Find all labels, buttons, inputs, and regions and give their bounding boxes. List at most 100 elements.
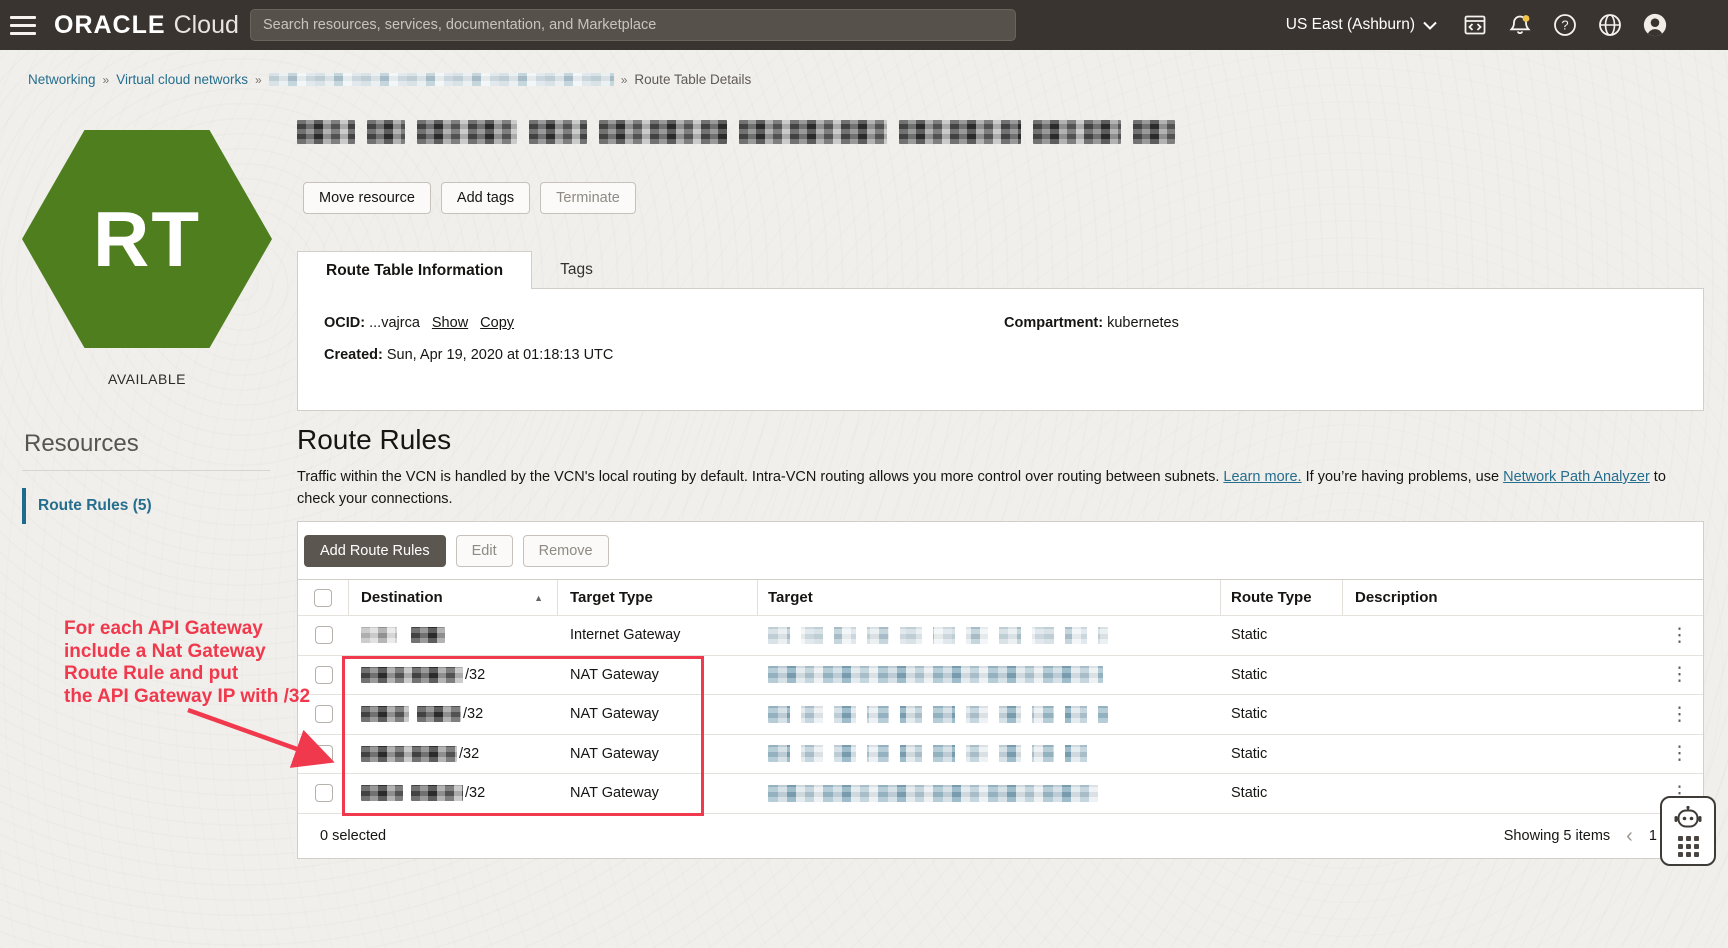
ocid-label: OCID: [324,315,365,331]
page-previous-icon[interactable]: ‹ [1626,826,1633,846]
chevron-down-icon [1423,21,1437,30]
select-all-checkbox[interactable] [314,589,332,607]
destination-suffix: /32 [465,667,485,683]
header-route-type[interactable]: Route Type [1221,580,1343,615]
ocid-show-link[interactable]: Show [432,315,468,331]
table-row[interactable]: /32 NAT Gateway Static ⋮ [298,734,1703,774]
route-rules-table: Add Route Rules Edit Remove Destination … [297,521,1704,859]
breadcrumb: Networking » Virtual cloud networks » » … [28,72,751,87]
destination-suffix: /32 [465,785,485,801]
brand-oracle: ORACLE [54,11,166,40]
resource-type-badge: RT [93,194,201,285]
table-row[interactable]: /32 NAT Gateway Static ⋮ [298,655,1703,695]
cell-description: ⋮ [1343,774,1703,813]
edit-button[interactable]: Edit [456,535,513,567]
learn-more-link[interactable]: Learn more. [1223,469,1301,485]
cell-description: ⋮ [1343,735,1703,774]
breadcrumb-redacted-vcn-name[interactable] [269,73,614,86]
cell-route-type: Static [1221,695,1343,734]
redacted-target [768,706,1108,723]
header-target[interactable]: Target [758,580,1221,615]
breadcrumb-current: Route Table Details [634,72,751,87]
header-description[interactable]: Description [1343,580,1703,615]
network-path-analyzer-link[interactable]: Network Path Analyzer [1503,469,1650,485]
region-selector[interactable]: US East (Ashburn) [1286,16,1437,34]
oracle-cloud-logo[interactable]: ORACLE Cloud [54,11,239,40]
description-text: If you’re having problems, use [1302,469,1504,485]
tab-tags[interactable]: Tags [532,251,621,289]
ocid-copy-link[interactable]: Copy [480,315,514,331]
robot-icon [1673,805,1703,831]
add-tags-button[interactable]: Add tags [441,182,530,214]
cell-target-type: Internet Gateway [558,616,758,655]
redacted-destination [361,667,463,683]
row-checkbox[interactable] [315,784,333,802]
row-menu-icon[interactable]: ⋮ [1670,705,1703,724]
cell-destination: /32 [349,735,558,774]
table-row[interactable]: Internet Gateway Static ⋮ [298,615,1703,655]
table-row[interactable]: /32 NAT Gateway Static ⋮ [298,694,1703,734]
row-checkbox[interactable] [315,626,333,644]
detail-tabs: Route Table Information Tags [297,251,621,289]
cell-destination [349,616,558,655]
global-search[interactable] [250,9,1016,41]
compartment-line: Compartment: kubernetes [1004,315,1179,331]
remove-button[interactable]: Remove [523,535,609,567]
cell-target-type: NAT Gateway [558,695,758,734]
terminate-button[interactable]: Terminate [540,182,636,214]
search-input[interactable] [263,17,1003,33]
assistant-widget[interactable] [1660,796,1716,866]
annotation-arrow [150,700,360,785]
redacted-destination [411,785,463,801]
notifications-bell-icon[interactable] [1507,12,1533,38]
cell-route-type: Static [1221,774,1343,813]
move-resource-button[interactable]: Move resource [303,182,431,214]
redacted-destination [361,706,409,722]
header-target-type[interactable]: Target Type [558,580,758,615]
showing-items-label: Showing 5 items [1504,828,1610,844]
breadcrumb-vcn[interactable]: Virtual cloud networks [116,72,248,87]
row-checkbox[interactable] [315,666,333,684]
destination-suffix: /32 [463,706,483,722]
description-text: Traffic within the VCN is handled by the… [297,469,1223,485]
action-buttons: Move resource Add tags Terminate [303,182,636,214]
selected-count: 0 selected [298,828,386,844]
route-rules-description: Traffic within the VCN is handled by the… [297,466,1704,510]
redacted-target [768,666,1103,683]
row-menu-icon[interactable]: ⋮ [1670,744,1703,763]
resource-type-hexagon: RT [22,130,272,348]
redacted-destination [411,627,445,643]
add-route-rules-button[interactable]: Add Route Rules [304,535,446,567]
cell-target [758,656,1221,695]
breadcrumb-separator: » [621,73,628,87]
region-label: US East (Ashburn) [1286,16,1415,34]
cell-target [758,774,1221,813]
breadcrumb-networking[interactable]: Networking [28,72,96,87]
breadcrumb-separator: » [255,73,262,87]
redacted-destination [361,746,457,762]
table-row[interactable]: /32 NAT Gateway Static ⋮ [298,773,1703,813]
redacted-target [768,785,1098,802]
language-globe-icon[interactable] [1597,12,1623,38]
row-menu-icon[interactable]: ⋮ [1670,626,1703,645]
redacted-destination [361,627,397,643]
help-icon[interactable]: ? [1552,12,1578,38]
row-menu-icon[interactable]: ⋮ [1670,665,1703,684]
created-label: Created: [324,347,383,363]
header-destination[interactable]: Destination ▲ [349,580,558,615]
annotation-line: For each API Gateway [64,618,310,641]
sort-ascending-icon[interactable]: ▲ [534,593,557,603]
redacted-target [768,627,1108,644]
cell-target [758,616,1221,655]
sidebar-item-label: Route Rules (5) [38,497,152,515]
hamburger-menu-icon[interactable] [0,0,46,50]
annotation-line: include a Nat Gateway [64,641,310,664]
sidebar-item-route-rules[interactable]: Route Rules (5) [22,488,152,524]
created-value: Sun, Apr 19, 2020 at 01:18:13 UTC [383,347,614,363]
developer-console-icon[interactable] [1462,12,1488,38]
user-avatar[interactable] [1642,12,1668,38]
ocid-line: OCID: ...vajrcaShowCopy [324,315,514,331]
cell-target [758,735,1221,774]
cell-target-type: NAT Gateway [558,735,758,774]
tab-route-table-information[interactable]: Route Table Information [297,251,532,289]
